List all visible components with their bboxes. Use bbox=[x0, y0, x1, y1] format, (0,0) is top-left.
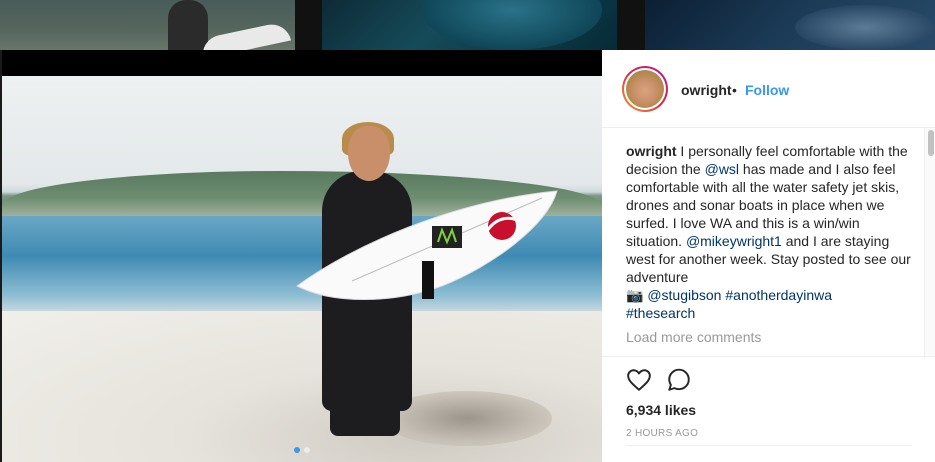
likes-count[interactable]: 6,934 likes bbox=[626, 402, 696, 418]
follow-button[interactable]: Follow bbox=[745, 82, 789, 98]
header-username[interactable]: owright bbox=[681, 82, 732, 98]
avatar[interactable] bbox=[622, 66, 668, 112]
load-more-comments[interactable]: Load more comments bbox=[626, 328, 916, 346]
comment-icon[interactable] bbox=[666, 367, 692, 393]
photo-pane bbox=[2, 50, 602, 462]
post-sidebar: owright • Follow owright I personally fe… bbox=[602, 50, 935, 462]
post-header: owright • Follow bbox=[602, 50, 935, 128]
post-photo[interactable] bbox=[2, 76, 602, 462]
post-timestamp[interactable]: 2 HOURS AGO bbox=[626, 428, 698, 439]
thumbnail-1[interactable] bbox=[0, 0, 295, 60]
heart-icon[interactable] bbox=[626, 367, 652, 393]
scroll-thumb[interactable] bbox=[928, 130, 934, 156]
header-separator: • bbox=[732, 82, 737, 98]
post-actions: 6,934 likes 2 HOURS AGO bbox=[602, 356, 935, 462]
surfboard bbox=[296, 190, 558, 300]
mention-mikeywright1[interactable]: @mikeywright1 bbox=[686, 233, 782, 249]
post-modal: owright • Follow owright I personally fe… bbox=[2, 50, 935, 462]
mention-wsl[interactable]: @wsl bbox=[705, 161, 739, 177]
divider bbox=[626, 445, 912, 446]
mention-stugibson[interactable]: @stugibson bbox=[647, 287, 721, 303]
camera-icon: 📷 bbox=[626, 287, 644, 303]
feed-thumbnails bbox=[0, 0, 935, 60]
hashtag-anotherdayinwa[interactable]: #anotherdayinwa bbox=[725, 287, 832, 303]
caption-username[interactable]: owright bbox=[626, 143, 677, 159]
thumbnail-2[interactable] bbox=[322, 0, 617, 50]
caption-area: owright I personally feel comfortable wi… bbox=[626, 142, 916, 356]
comments-scrollbar[interactable] bbox=[924, 128, 935, 356]
carousel-dots bbox=[2, 440, 602, 458]
hashtag-thesearch[interactable]: #thesearch bbox=[626, 305, 695, 321]
thumbnail-3[interactable] bbox=[645, 0, 935, 50]
